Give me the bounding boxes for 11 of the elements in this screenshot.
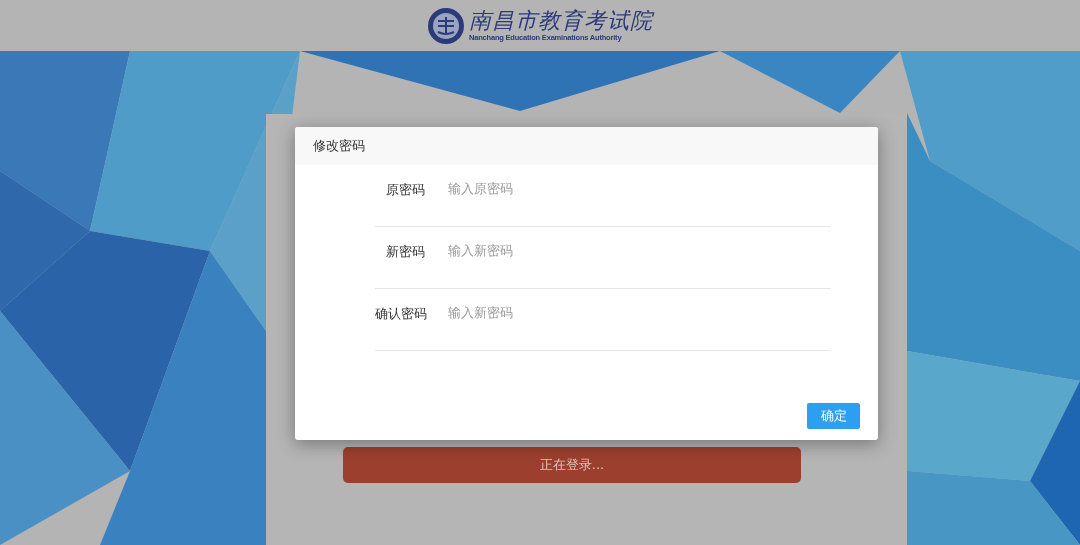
input-field[interactable]: 输入原密码 xyxy=(448,181,808,196)
field-label: 确认密码 xyxy=(375,305,425,323)
logo-title: 南昌市教育考试院 xyxy=(469,8,653,33)
login-button[interactable]: 正在登录... xyxy=(343,447,801,483)
field-label: 原密码 xyxy=(385,181,425,199)
dialog-title: 修改密码 xyxy=(313,137,365,155)
emblem-icon xyxy=(427,6,465,45)
field-label: 新密码 xyxy=(385,243,425,261)
input-field[interactable]: 输入新密码 xyxy=(448,305,808,320)
confirm-button[interactable]: 确定 xyxy=(807,403,860,429)
input-field[interactable]: 输入新密码 xyxy=(448,243,808,258)
